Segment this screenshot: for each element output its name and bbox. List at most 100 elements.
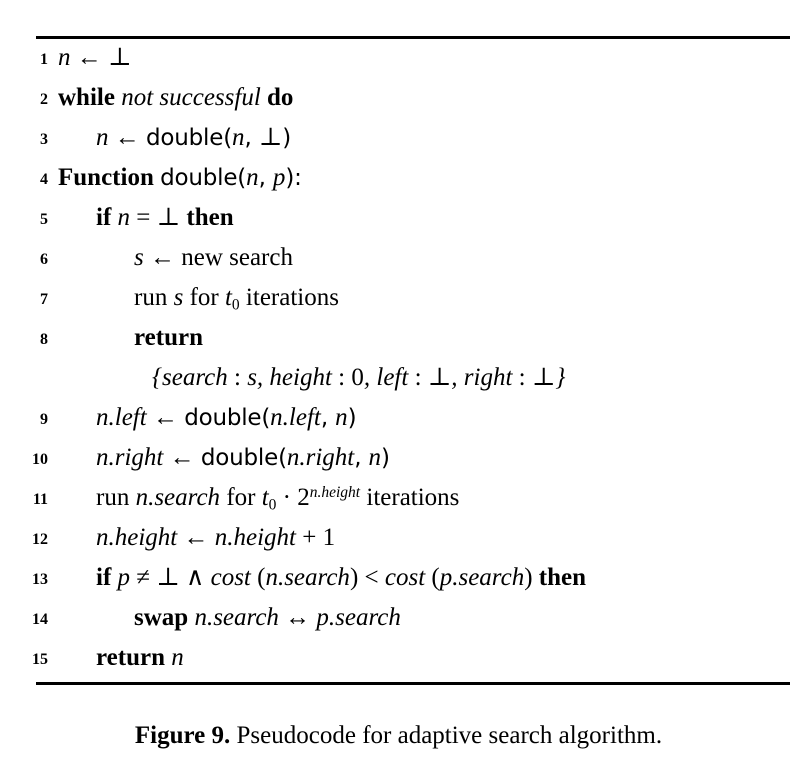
code-token-var: n [117, 204, 131, 231]
algorithm-line: 5 if n = ⊥ then [0, 205, 797, 245]
code-token-op: ( [250, 564, 266, 591]
code-token-op: ← [177, 524, 215, 551]
code-token-op: ⊥ [531, 364, 556, 391]
line-number: 6 [40, 251, 48, 268]
code-token-op: ∧ [179, 564, 211, 591]
code-token-var: n [171, 644, 184, 671]
algorithm-line: 3n ← double(n, ⊥) [0, 125, 797, 165]
code-token-var: s [247, 364, 257, 391]
line-number: 8 [40, 331, 48, 348]
figure-caption-body: Pseudocode for adaptive search algorithm… [236, 722, 663, 749]
code-token-fn: , [244, 125, 259, 151]
line-code: run s for t0 iterations [58, 285, 797, 313]
line-code: n ← ⊥ [58, 45, 797, 70]
line-code: s ← new search [58, 245, 797, 270]
code-token-var: p [272, 164, 286, 191]
code-token-op: · [276, 484, 298, 512]
code-token-num: 0 [351, 364, 364, 391]
code-token-rom: for [220, 484, 262, 512]
code-token-var: height [269, 364, 332, 391]
code-token-var: cost [210, 564, 251, 591]
line-code: while not successful do [58, 85, 797, 110]
code-token-var: t [261, 484, 269, 512]
code-token-op: : [331, 364, 352, 391]
line-number: 14 [32, 611, 48, 628]
line-code: return [58, 325, 797, 350]
code-token-kw: swap [134, 604, 189, 631]
code-token-op: ← [146, 404, 185, 431]
algorithm-line: 1 n ← ⊥ [0, 45, 797, 85]
code-token-var: n.left [270, 404, 321, 431]
code-token-sub: 0 [231, 296, 240, 314]
code-token-rom: run [96, 484, 136, 512]
line-number: 2 [40, 91, 48, 108]
code-token-var: n.height [214, 524, 296, 551]
code-token-op: ← [143, 244, 182, 271]
line-number: 7 [40, 291, 48, 308]
code-token-var: n.right [96, 444, 164, 471]
code-token-op: ⊥ [258, 124, 283, 151]
algorithm-bottom-rule [36, 682, 790, 685]
code-token-op: + [296, 524, 323, 551]
code-token-var: n.search [135, 484, 221, 512]
code-token-kw: while [58, 84, 115, 111]
code-token-op: ↔ [278, 604, 317, 631]
code-token-var: p [117, 564, 131, 591]
code-token-var: , [256, 364, 270, 391]
code-token-var: } [555, 364, 566, 391]
line-number: 11 [32, 491, 48, 509]
code-token-var: n.left [96, 404, 147, 431]
code-token-var: {search [152, 364, 228, 391]
code-token-sup: n.height [309, 484, 361, 501]
line-code: n ← double(n, ⊥) [58, 125, 797, 150]
code-token-kw: if [96, 204, 112, 231]
code-token-fn: ): [285, 165, 302, 191]
algorithm-line: 13 if p ≠ ⊥ ∧ cost (n.search) < cost (p.s… [0, 565, 797, 605]
line-code: Function double(n, p): [58, 165, 797, 190]
code-token-kw: return [96, 644, 165, 671]
line-code: if n = ⊥ then [58, 205, 797, 230]
code-token-var: left [376, 364, 409, 391]
code-token-fn: double( [160, 165, 247, 191]
code-token-var: n [335, 404, 348, 431]
code-token-var: not successful [121, 84, 261, 111]
line-number: 13 [32, 571, 48, 588]
code-token-op: ← [163, 444, 201, 471]
code-token-op: ← [108, 124, 146, 151]
figure-caption-label: Figure 9. [134, 722, 231, 749]
algorithm-body: 1 n ← ⊥ 2 while not successful do 3 n ← doubl… [0, 45, 797, 685]
algorithm-line: 9 n.left ← double(n.left, n) [0, 405, 797, 445]
line-code: n.left ← double(n.left, n) [58, 405, 797, 430]
code-token-kw: then [186, 204, 234, 231]
line-number: 3 [40, 131, 48, 148]
algorithm-line: 12 n.height ← n.height + 1 [0, 525, 797, 565]
code-token-rom: run [134, 284, 174, 311]
code-token-fn: , [320, 405, 336, 431]
line-number: 1 [40, 51, 48, 68]
code-token-var: n.search [265, 564, 350, 591]
line-number: 5 [40, 211, 48, 228]
code-token-var: p.search [316, 604, 401, 631]
code-token-var: n [368, 444, 381, 471]
code-token-kw: return [134, 324, 203, 351]
code-token-kw: do [267, 84, 294, 111]
code-token-op: ⊥ [156, 564, 180, 591]
code-token-op: ⊥ [156, 204, 181, 231]
line-number: 10 [32, 451, 48, 468]
line-code: swap n.search ↔ p.search [58, 605, 797, 630]
algorithm-line: 15 return n [0, 645, 797, 685]
code-token-fn: double( [146, 125, 232, 151]
algorithm-line: 8 return [0, 325, 797, 365]
figure-caption: Figure 9. Pseudocode for adaptive search… [0, 722, 797, 750]
code-token-var: n.height [96, 524, 178, 551]
code-token-kw: if [96, 564, 112, 591]
code-token-rom: for [183, 284, 225, 311]
code-token-var: s [173, 284, 184, 311]
code-token-op: ← [70, 44, 108, 71]
algorithm-line: 10 n.right ← double(n.right, n) [0, 445, 797, 485]
code-token-fn: double( [200, 445, 287, 471]
code-token-kw: then [538, 564, 587, 591]
code-token-fn: double( [184, 405, 271, 431]
code-token-var: n [96, 124, 109, 151]
code-token-var: , [363, 364, 377, 391]
